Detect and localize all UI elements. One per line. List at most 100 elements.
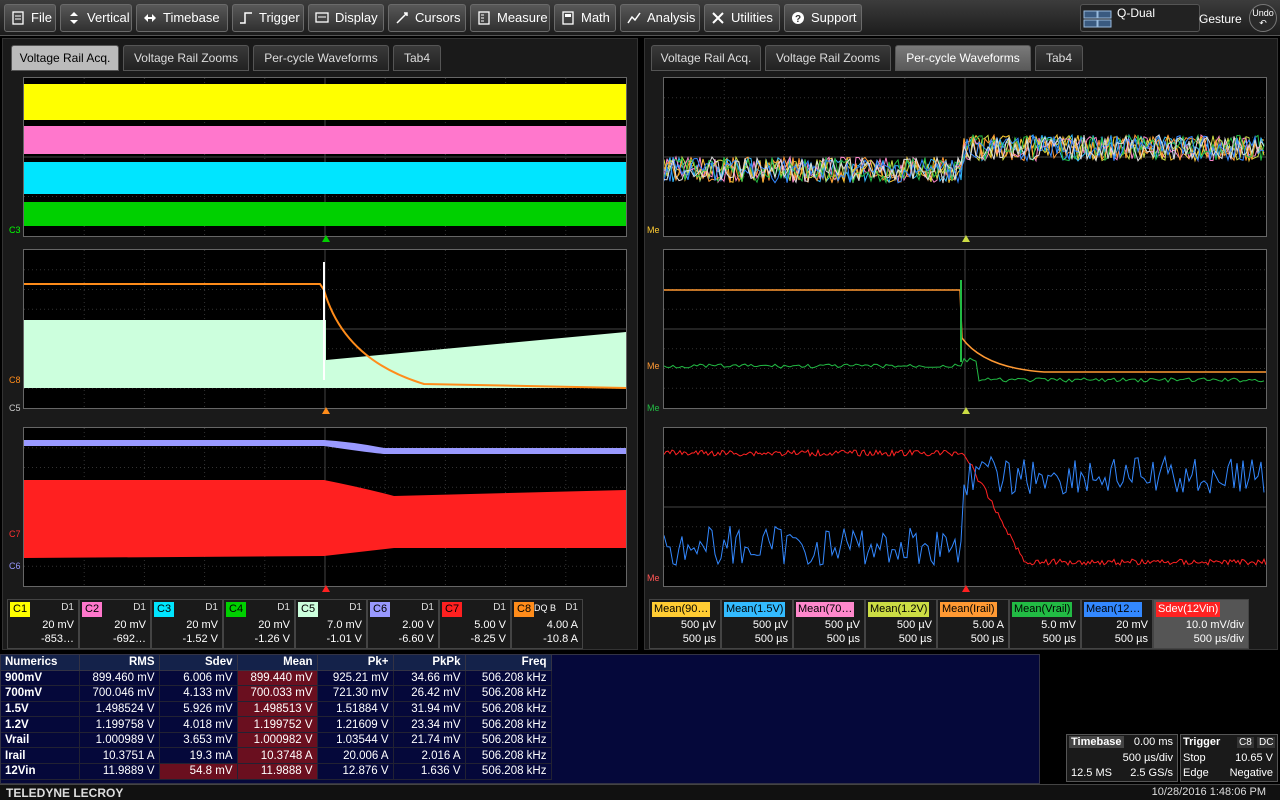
support-label: Support	[811, 10, 857, 25]
vertical-menu-button[interactable]: Vertical	[60, 4, 132, 32]
numerics-row[interactable]: 1.2V 1.199758 V 4.018 mV 1.199752 V 1.21609 …	[1, 716, 552, 733]
numerics-cell: 506.208 kHz	[465, 701, 552, 718]
analysis-icon	[627, 12, 641, 24]
numerics-cell: 10.3751 A	[79, 747, 160, 765]
gesture-label[interactable]: Gesture	[1199, 12, 1242, 26]
cursors-menu-button[interactable]: Cursors	[388, 4, 466, 32]
channel-descriptor-c6[interactable]: C6 D1 2.00 V -6.60 V	[367, 599, 439, 649]
sdev-timebase: 500 µs/div	[1193, 633, 1244, 645]
numerics-table[interactable]: Numerics RMS Sdev Mean Pk+ PkPk Freq 900mV 899.…	[0, 654, 1040, 784]
measure-icon	[478, 11, 490, 25]
right-tab-voltage-rail-zooms[interactable]: Voltage Rail Zooms	[765, 45, 891, 71]
numerics-header-pk+[interactable]: Pk+	[317, 655, 394, 671]
channel-tag: C3	[154, 602, 175, 617]
math-descriptor-4[interactable]: Mean(1.2V) 500 µV 500 µs	[865, 599, 937, 649]
numerics-cell: 506.208 kHz	[465, 716, 552, 733]
numerics-row[interactable]: Irail 10.3751 A 19.3 mA 10.3748 A 20.006 A 2.…	[1, 747, 552, 765]
right-tab-voltage-rail-acq[interactable]: Voltage Rail Acq.	[651, 45, 761, 71]
numerics-header-freq[interactable]: Freq	[465, 655, 552, 671]
math-descriptor-2[interactable]: Mean(1.5V) 500 µV 500 µs	[721, 599, 793, 649]
numerics-header-pkpk[interactable]: PkPk	[393, 655, 466, 671]
left-tab-voltage-rail-zooms[interactable]: Voltage Rail Zooms	[123, 45, 249, 71]
numerics-cell: 700.046 mV	[79, 685, 160, 702]
math-descriptor-6[interactable]: Mean(Vrail) 5.0 mV 500 µs	[1009, 599, 1081, 649]
utilities-menu-button[interactable]: Utilities	[704, 4, 780, 32]
numerics-cell: 3.653 mV	[159, 732, 238, 749]
right-grid-mean-current[interactable]	[663, 249, 1267, 414]
vertical-label: Vertical	[87, 10, 130, 25]
trigger-menu-button[interactable]: Trigger	[232, 4, 304, 32]
left-tab-voltage-rail-acq[interactable]: Voltage Rail Acq.	[11, 45, 119, 71]
sdev-tag: Sdev(12Vin)	[1156, 602, 1221, 617]
math-descriptor-3[interactable]: Mean(70… 500 µV 500 µs	[793, 599, 865, 649]
cursors-label: Cursors	[415, 10, 461, 25]
numerics-header-sdev[interactable]: Sdev	[159, 655, 238, 671]
timebase-menu-button[interactable]: Timebase	[136, 4, 228, 32]
channel-descriptor-c3[interactable]: C3 D1 20 mV -1.52 V	[151, 599, 223, 649]
analysis-menu-button[interactable]: Analysis	[620, 4, 700, 32]
support-menu-button[interactable]: ? Support	[784, 4, 862, 32]
numerics-row[interactable]: Vrail 1.000989 V 3.653 mV 1.000982 V 1.03544…	[1, 732, 552, 749]
left-tab-per-cycle-waveforms[interactable]: Per-cycle Waveforms	[253, 45, 389, 71]
numerics-header-numerics[interactable]: Numerics	[1, 655, 80, 671]
numerics-cell: 900mV	[1, 670, 80, 687]
channel-tag: C6	[370, 602, 391, 617]
numerics-row[interactable]: 700mV 700.046 mV 4.133 mV 700.033 mV 721.30 …	[1, 685, 552, 702]
math-tag: Mean(90…	[652, 602, 711, 617]
trigger-coupling: DC	[1257, 737, 1276, 748]
calculator-icon	[562, 11, 574, 25]
channel-scale: 7.0 mV	[327, 619, 362, 631]
numerics-cell: 899.440 mV	[237, 670, 318, 687]
channel-descriptor-c7[interactable]: C7 D1 5.00 V -8.25 V	[439, 599, 511, 649]
left-grid-current[interactable]	[23, 249, 627, 414]
channel-descriptor-c4[interactable]: C4 D1 20 mV -1.26 V	[223, 599, 295, 649]
numerics-row[interactable]: 1.5V 1.498524 V 5.926 mV 1.498513 V 1.51884 …	[1, 701, 552, 718]
undo-button[interactable]: Undo ↶	[1249, 4, 1277, 32]
left-grid-rails[interactable]	[23, 77, 627, 242]
mean-trace-marker-1: Me	[647, 225, 660, 235]
timebase-label: Timebase	[163, 10, 220, 25]
channel-descriptor-c2[interactable]: C2 D1 20 mV -692…	[79, 599, 151, 649]
math-scale: 500 µV	[896, 619, 932, 631]
numerics-cell: 10.3748 A	[237, 747, 318, 765]
trigger-descriptor[interactable]: Trigger C8 DC Stop 10.65 V Edge Negative	[1180, 734, 1278, 782]
sdev-descriptor[interactable]: Sdev(12Vin) 10.0 mV/div 500 µs/div	[1153, 599, 1249, 649]
math-timebase: 500 µs	[898, 633, 932, 645]
numerics-row[interactable]: 900mV 899.460 mV 6.006 mV 899.440 mV 925.21 …	[1, 670, 552, 687]
numerics-cell: 34.66 mV	[393, 670, 466, 687]
display-mode-selector[interactable]: Q-Dual	[1080, 4, 1200, 32]
right-tab-4[interactable]: Tab4	[1035, 45, 1083, 71]
numerics-cell: 899.460 mV	[79, 670, 160, 687]
tools-icon	[712, 12, 724, 24]
numerics-header-mean[interactable]: Mean	[237, 655, 318, 671]
timebase-descriptor[interactable]: Timebase 0.00 ms 500 µs/div 12.5 MS 2.5 …	[1066, 734, 1178, 782]
undo-label: Undo	[1252, 8, 1274, 18]
display-mode-label: Q-Dual	[1117, 6, 1156, 20]
c1-trace	[24, 84, 626, 120]
file-menu-button[interactable]: File	[4, 4, 56, 32]
display-menu-button[interactable]: Display	[308, 4, 384, 32]
channel-descriptor-c8[interactable]: C8 DQ B D1 4.00 A -10.8 A	[511, 599, 583, 649]
right-grid-mean-rails[interactable]	[663, 77, 1267, 242]
numerics-cell: 506.208 kHz	[465, 670, 552, 687]
measure-menu-button[interactable]: Measure	[470, 4, 550, 32]
math-menu-button[interactable]: Math	[554, 4, 616, 32]
math-descriptor-5[interactable]: Mean(Irail) 5.00 A 500 µs	[937, 599, 1009, 649]
channel-descriptor-c5[interactable]: C5 D1 7.0 mV -1.01 V	[295, 599, 367, 649]
left-tab-4[interactable]: Tab4	[393, 45, 441, 71]
channel-descriptor-c1[interactable]: C1 D1 20 mV -853…	[7, 599, 79, 649]
channel-scale: 2.00 V	[402, 619, 434, 631]
numerics-cell: 1.000982 V	[237, 732, 318, 749]
display-label: Display	[335, 10, 378, 25]
numerics-header-rms[interactable]: RMS	[79, 655, 160, 671]
numerics-row[interactable]: 12Vin 11.9889 V 54.8 mV 11.9888 V 12.876 V 1.…	[1, 763, 552, 780]
left-grid-12vin[interactable]	[23, 427, 627, 592]
file-label: File	[31, 10, 52, 25]
math-descriptor-7[interactable]: Mean(12… 20 mV 500 µs	[1081, 599, 1153, 649]
numerics-cell: 1.2V	[1, 716, 80, 733]
right-tab-per-cycle-waveforms[interactable]: Per-cycle Waveforms	[895, 45, 1031, 71]
channel-tag: C5	[298, 602, 319, 617]
right-grid-12vin-stats[interactable]	[663, 427, 1267, 592]
math-descriptor-1[interactable]: Mean(90… 500 µV 500 µs	[649, 599, 721, 649]
math-timebase: 500 µs	[970, 633, 1004, 645]
